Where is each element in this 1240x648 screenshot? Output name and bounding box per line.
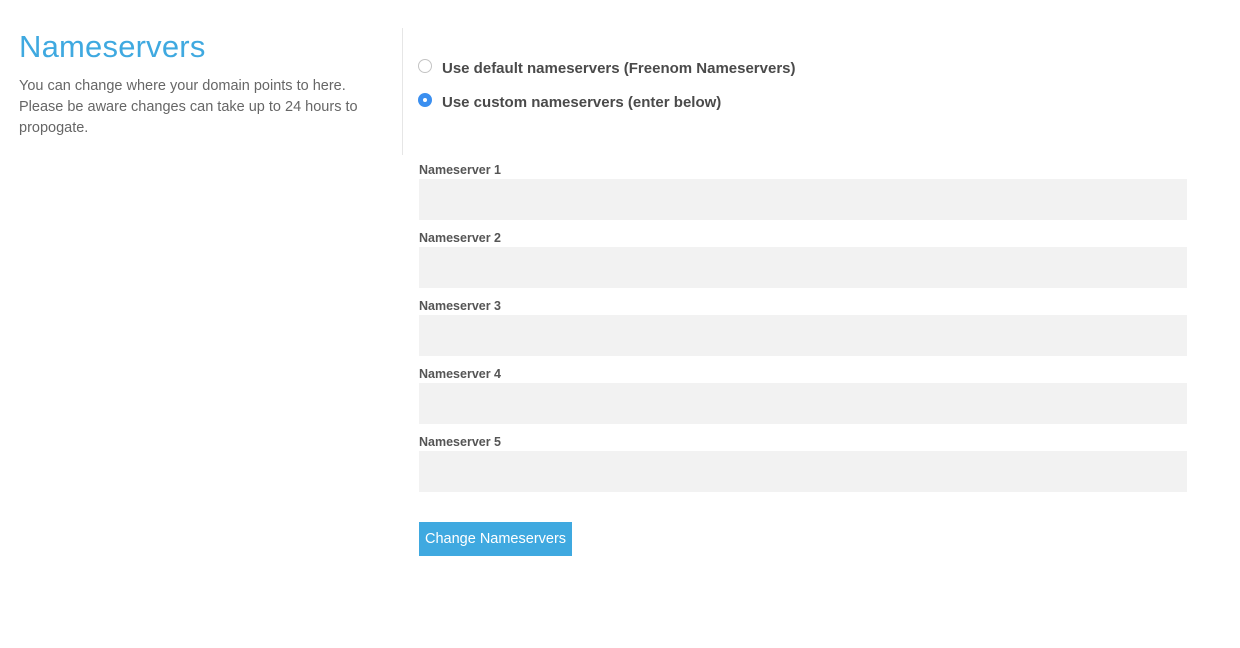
- nameserver-5-label: Nameserver 5: [419, 435, 502, 449]
- vertical-divider: [402, 28, 403, 155]
- option-default-label: Use default nameservers (Freenom Nameser…: [442, 59, 796, 77]
- nameserver-mode-options: Use default nameservers (Freenom Nameser…: [418, 56, 796, 124]
- nameserver-2-label: Nameserver 2: [419, 231, 502, 245]
- intro-description-line: propogate.: [19, 120, 89, 136]
- nameserver-4-label: Nameserver 4: [419, 367, 502, 381]
- option-custom-nameservers[interactable]: Use custom nameservers (enter below): [418, 90, 796, 114]
- nameserver-1-input[interactable]: [419, 179, 1187, 220]
- intro-panel: Nameservers You can change where your do…: [19, 28, 389, 139]
- nameserver-3-label: Nameserver 3: [419, 299, 502, 313]
- nameservers-page: Nameservers You can change where your do…: [0, 0, 1240, 648]
- intro-description: You can change where your domain points …: [19, 76, 389, 139]
- radio-custom-nameservers[interactable]: [418, 93, 432, 107]
- radio-default-nameservers[interactable]: [418, 59, 432, 73]
- radio-selected-dot: [423, 98, 427, 102]
- option-custom-label: Use custom nameservers (enter below): [442, 93, 722, 111]
- intro-description-line: Please be aware changes can take up to 2…: [19, 99, 358, 115]
- nameserver-fields: Nameserver 1 Nameserver 2 Nameserver 3 N…: [419, 161, 1187, 501]
- nameserver-5-input[interactable]: [419, 451, 1187, 492]
- nameserver-field-4: Nameserver 4: [419, 365, 1187, 424]
- nameserver-2-input[interactable]: [419, 247, 1187, 288]
- nameserver-field-1: Nameserver 1: [419, 161, 1187, 220]
- intro-description-line: You can change where your domain points …: [19, 78, 346, 94]
- nameserver-field-5: Nameserver 5: [419, 433, 1187, 492]
- nameserver-1-label: Nameserver 1: [419, 163, 502, 177]
- nameserver-field-3: Nameserver 3: [419, 297, 1187, 356]
- nameserver-field-2: Nameserver 2: [419, 229, 1187, 288]
- page-title: Nameservers: [19, 29, 206, 64]
- nameserver-3-input[interactable]: [419, 315, 1187, 356]
- change-nameservers-button[interactable]: Change Nameservers: [419, 522, 573, 556]
- option-default-nameservers[interactable]: Use default nameservers (Freenom Nameser…: [418, 56, 796, 80]
- nameserver-4-input[interactable]: [419, 383, 1187, 424]
